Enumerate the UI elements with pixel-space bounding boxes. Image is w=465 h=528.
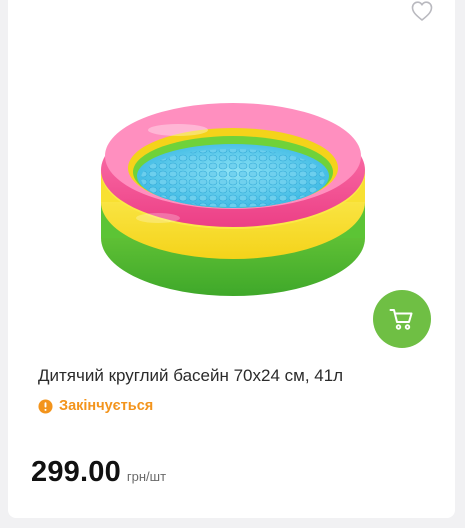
product-title[interactable]: Дитячий круглий басейн 70х24 см, 41л [38, 366, 343, 386]
heart-outline-icon [411, 1, 433, 21]
price-value: 299.00 [31, 456, 121, 488]
price: 299.00 грн/шт [31, 456, 166, 489]
price-unit: грн/шт [126, 469, 167, 484]
product-card[interactable]: Дитячий круглий басейн 70х24 см, 41л Зак… [8, 0, 455, 518]
exclamation-circle-icon [38, 398, 53, 414]
stock-status-label: Закінчується [59, 398, 154, 414]
product-image[interactable] [98, 90, 368, 305]
stock-status: Закінчується [38, 398, 153, 414]
shopping-cart-icon [389, 309, 413, 330]
add-to-cart-button[interactable] [373, 290, 431, 348]
favorite-button[interactable] [410, 0, 434, 22]
